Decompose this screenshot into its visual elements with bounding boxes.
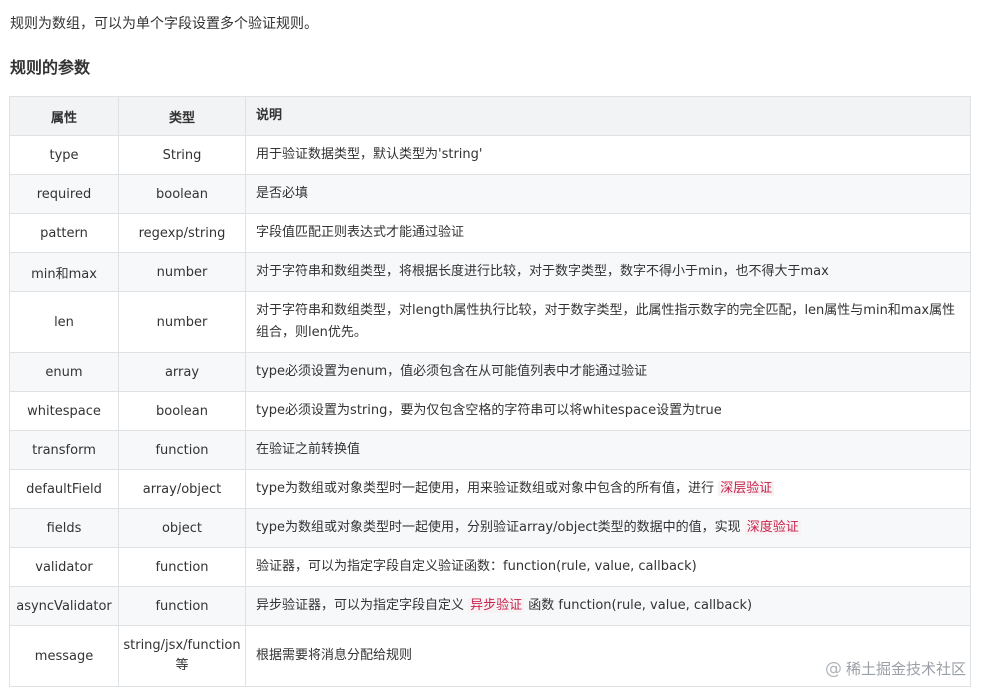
cell-attr: asyncValidator bbox=[9, 586, 119, 626]
table-row: validator function 验证器，可以为指定字段自定义验证函数：fu… bbox=[9, 547, 971, 587]
cell-desc: type必须设置为string，要为仅包含空格的字符串可以将whitespace… bbox=[245, 391, 971, 431]
cell-type: String bbox=[118, 135, 246, 175]
cell-desc: 在验证之前转换值 bbox=[245, 430, 971, 470]
cell-type: function bbox=[118, 547, 246, 587]
cell-attr: whitespace bbox=[9, 391, 119, 431]
table-row: fields object type为数组或对象类型时一起使用，分别验证arra… bbox=[9, 508, 971, 548]
cell-type: object bbox=[118, 508, 246, 548]
cell-desc: 对于字符串和数组类型，将根据长度进行比较，对于数字类型，数字不得小于min，也不… bbox=[245, 252, 971, 292]
cell-desc: 对于字符串和数组类型，对length属性执行比较，对于数字类型，此属性指示数字的… bbox=[245, 291, 971, 353]
table-row: min和max number 对于字符串和数组类型，将根据长度进行比较，对于数字… bbox=[9, 252, 971, 292]
header-type: 类型 bbox=[118, 96, 246, 136]
table-row: whitespace boolean type必须设置为string，要为仅包含… bbox=[9, 391, 971, 431]
cell-desc: type为数组或对象类型时一起使用，分别验证array/object类型的数据中… bbox=[245, 508, 971, 548]
table-row: pattern regexp/string 字段值匹配正则表达式才能通过验证 bbox=[9, 213, 971, 253]
desc-text: type为数组或对象类型时一起使用，用来验证数组或对象中包含的所有值，进行 bbox=[256, 481, 719, 496]
cell-attr: fields bbox=[9, 508, 119, 548]
cell-desc: type为数组或对象类型时一起使用，用来验证数组或对象中包含的所有值，进行 深层… bbox=[245, 469, 971, 509]
header-desc: 说明 bbox=[245, 96, 971, 136]
cell-attr: type bbox=[9, 135, 119, 175]
cell-type: boolean bbox=[118, 174, 246, 214]
cell-desc: type必须设置为enum，值必须包含在从可能值列表中才能通过验证 bbox=[245, 352, 971, 392]
cell-attr: validator bbox=[9, 547, 119, 587]
cell-type: function bbox=[118, 586, 246, 626]
cell-attr: min和max bbox=[9, 252, 119, 292]
cell-type: array/object bbox=[118, 469, 246, 509]
cell-desc: 是否必填 bbox=[245, 174, 971, 214]
desc-text: type为数组或对象类型时一起使用，分别验证array/object类型的数据中… bbox=[256, 520, 745, 535]
deep-validate-link[interactable]: 深层验证 bbox=[718, 481, 775, 496]
table-row: message string/jsx/function等 根据需要将消息分配给规… bbox=[9, 625, 971, 687]
cell-desc: 验证器，可以为指定字段自定义验证函数：function(rule, value,… bbox=[245, 547, 971, 587]
cell-attr: enum bbox=[9, 352, 119, 392]
cell-attr: message bbox=[9, 625, 119, 687]
cell-type: array bbox=[118, 352, 246, 392]
cell-type-text: string/jsx/function等 bbox=[123, 638, 241, 673]
table-row: len number 对于字符串和数组类型，对length属性执行比较，对于数字… bbox=[9, 291, 971, 353]
rule-params-table: 属性 类型 说明 type String 用于验证数据类型，默认类型为'stri… bbox=[9, 96, 971, 687]
table-row: required boolean 是否必填 bbox=[9, 174, 971, 214]
table-row: defaultField array/object type为数组或对象类型时一… bbox=[9, 469, 971, 509]
desc-text-after: 函数 function(rule, value, callback) bbox=[524, 598, 753, 613]
table-row: enum array type必须设置为enum，值必须包含在从可能值列表中才能… bbox=[9, 352, 971, 392]
cell-type: string/jsx/function等 bbox=[118, 625, 246, 687]
cell-type: number bbox=[118, 252, 246, 292]
table-row: asyncValidator function 异步验证器，可以为指定字段自定义… bbox=[9, 586, 971, 626]
cell-desc: 异步验证器，可以为指定字段自定义 异步验证 函数 function(rule, … bbox=[245, 586, 971, 626]
cell-attr: len bbox=[9, 291, 119, 353]
header-attr: 属性 bbox=[9, 96, 119, 136]
cell-type: number bbox=[118, 291, 246, 353]
cell-type: function bbox=[118, 430, 246, 470]
async-validate-link[interactable]: 异步验证 bbox=[468, 598, 525, 613]
cell-attr: required bbox=[9, 174, 119, 214]
table-row: transform function 在验证之前转换值 bbox=[9, 430, 971, 470]
table-header-row: 属性 类型 说明 bbox=[9, 96, 971, 136]
cell-attr: pattern bbox=[9, 213, 119, 253]
cell-desc: 根据需要将消息分配给规则 bbox=[245, 625, 971, 687]
intro-text: 规则为数组，可以为单个字段设置多个验证规则。 bbox=[10, 16, 318, 32]
table-row: type String 用于验证数据类型，默认类型为'string' bbox=[9, 135, 971, 175]
deep-validate-link[interactable]: 深度验证 bbox=[744, 520, 801, 535]
cell-desc: 用于验证数据类型，默认类型为'string' bbox=[245, 135, 971, 175]
cell-attr: defaultField bbox=[9, 469, 119, 509]
desc-text: 异步验证器，可以为指定字段自定义 bbox=[256, 598, 469, 613]
cell-desc: 字段值匹配正则表达式才能通过验证 bbox=[245, 213, 971, 253]
cell-attr: transform bbox=[9, 430, 119, 470]
cell-type: regexp/string bbox=[118, 213, 246, 253]
cell-type: boolean bbox=[118, 391, 246, 431]
section-title: 规则的参数 bbox=[10, 58, 91, 77]
